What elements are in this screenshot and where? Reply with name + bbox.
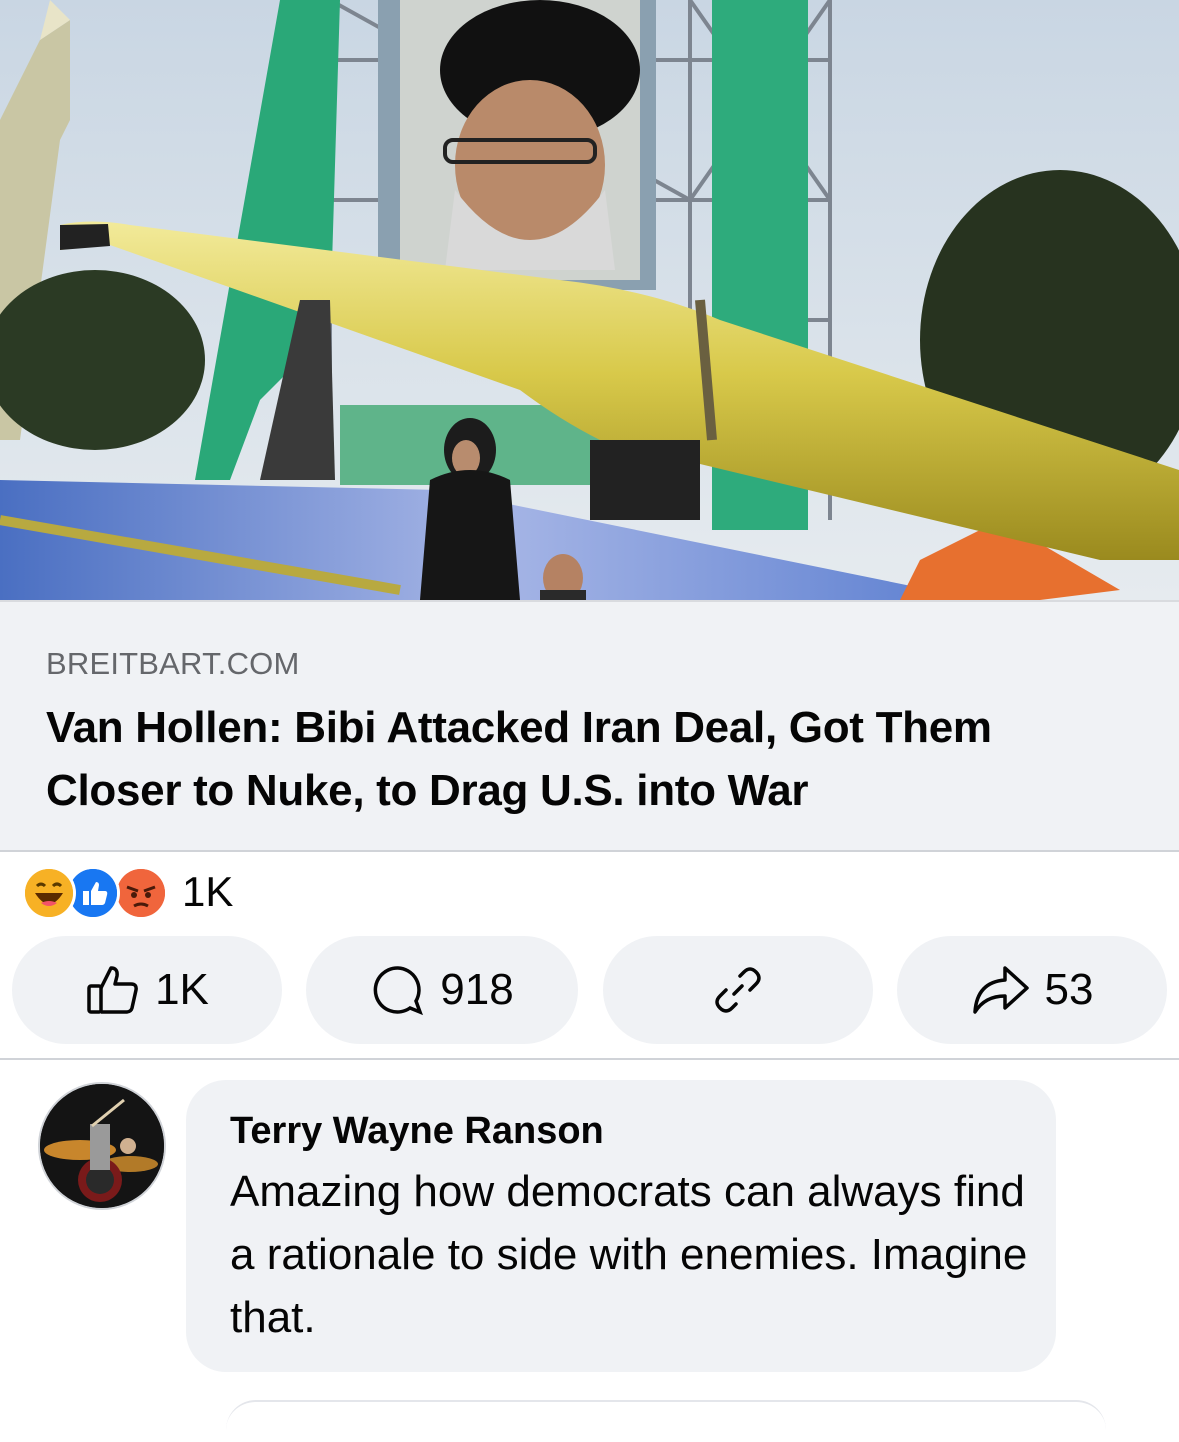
like-count: 1K [155,965,209,1014]
comment-text: Amazing how democrats can always find a … [230,1167,1028,1342]
share-count: 53 [1044,965,1094,1014]
avatar[interactable] [38,1082,166,1210]
comment-author[interactable]: Terry Wayne Ranson [230,1106,1056,1156]
copy-link-button[interactable] [603,936,873,1044]
angry-icon [114,866,168,920]
like-button[interactable]: 1K [12,936,282,1044]
link-preview-card[interactable]: BREITBART.COM Van Hollen: Bibi Attacked … [0,600,1179,852]
link-headline[interactable]: Van Hollen: Bibi Attacked Iran Deal, Got… [46,696,1106,822]
comment-button[interactable]: 918 [306,936,578,1044]
section-divider [0,1058,1179,1060]
haha-icon [22,866,76,920]
share-arrow-icon [971,962,1031,1018]
share-button[interactable]: 53 [897,936,1167,1044]
link-domain: BREITBART.COM [46,646,300,681]
comment-count: 918 [440,965,514,1014]
link-icon [710,962,766,1018]
comment-bubble[interactable]: Terry Wayne Ranson Amazing how democrats… [186,1080,1056,1372]
next-comment-edge [226,1400,1106,1442]
action-bar: 1K 918 53 [0,936,1179,1044]
article-image[interactable] [0,0,1179,600]
comment-bubble-icon [370,962,426,1018]
reaction-count: 1K [182,868,234,915]
thumbs-up-icon [85,962,141,1018]
